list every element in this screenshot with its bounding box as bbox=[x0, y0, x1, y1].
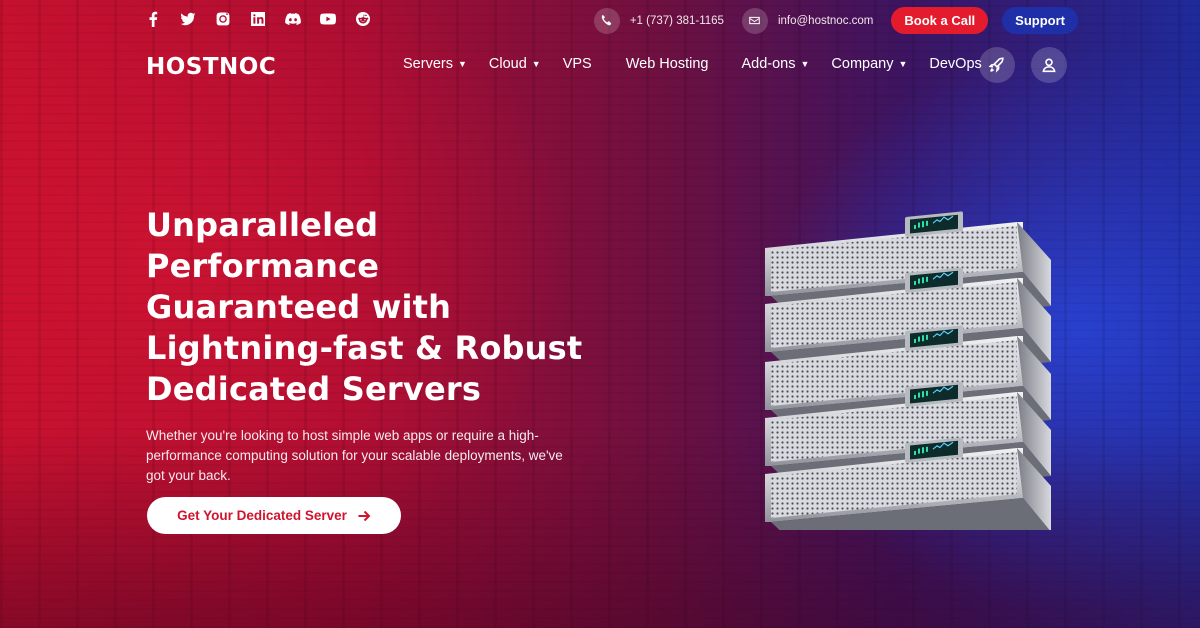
server-rack-illustration bbox=[764, 211, 1052, 530]
nav-label: VPS bbox=[562, 56, 592, 72]
rocket-button[interactable] bbox=[979, 47, 1015, 83]
hostnoc-logo[interactable]: HOSTNOC bbox=[146, 54, 276, 80]
instagram-icon[interactable] bbox=[214, 10, 231, 27]
arrow-right-icon bbox=[358, 510, 371, 521]
rocket-icon bbox=[988, 57, 1004, 73]
headline-line: Lightning-fast & Robust bbox=[146, 329, 583, 367]
discord-icon[interactable] bbox=[284, 10, 301, 27]
nav-item-cloud[interactable]: Cloud ▼ bbox=[489, 56, 541, 72]
nav-label: Cloud bbox=[488, 56, 527, 72]
nav-item-servers[interactable]: Servers ▼ bbox=[403, 56, 467, 72]
cta-label: Get Your Dedicated Server bbox=[177, 508, 347, 523]
linkedin-icon[interactable] bbox=[249, 10, 266, 27]
reddit-icon[interactable] bbox=[354, 10, 371, 27]
nav-item-web-hosting[interactable]: Web Hosting bbox=[626, 56, 709, 72]
nav-label: Web Hosting bbox=[625, 56, 709, 72]
hero-subtext: Whether you're looking to host simple we… bbox=[146, 428, 563, 483]
account-button[interactable] bbox=[1031, 47, 1067, 83]
facebook-icon[interactable] bbox=[144, 10, 161, 27]
nav-label: Servers bbox=[403, 56, 453, 72]
support-button[interactable]: Support bbox=[1002, 7, 1078, 34]
chevron-down-icon: ▼ bbox=[898, 59, 908, 69]
nav-label: Add-ons bbox=[741, 56, 796, 72]
nav-item-devops[interactable]: DevOps bbox=[929, 56, 981, 72]
book-call-button[interactable]: Book a Call bbox=[891, 7, 989, 34]
email-address[interactable]: info@hostnoc.com bbox=[778, 15, 873, 27]
nav-item-company[interactable]: Company ▼ bbox=[831, 56, 907, 72]
headline-line: Performance bbox=[146, 247, 380, 285]
top-bar: +1 (737) 381-1165 info@hostnoc.com Book … bbox=[0, 0, 1200, 38]
contact-bar: +1 (737) 381-1165 info@hostnoc.com Book … bbox=[593, 7, 1078, 34]
get-dedicated-server-button[interactable]: Get Your Dedicated Server bbox=[147, 497, 401, 534]
email-icon[interactable] bbox=[741, 7, 768, 34]
youtube-icon[interactable] bbox=[319, 10, 336, 27]
nav-label: DevOps bbox=[929, 56, 982, 72]
headline-line: Guaranteed with bbox=[146, 288, 452, 326]
phone-icon[interactable] bbox=[593, 7, 620, 34]
phone-number[interactable]: +1 (737) 381-1165 bbox=[630, 15, 724, 27]
nav-item-vps[interactable]: VPS bbox=[563, 56, 592, 72]
user-icon bbox=[1042, 58, 1056, 73]
chevron-down-icon: ▼ bbox=[531, 59, 541, 69]
nav-item-add-ons[interactable]: Add-ons ▼ bbox=[741, 56, 809, 72]
twitter-icon[interactable] bbox=[179, 10, 196, 27]
headline-line: Dedicated Servers bbox=[146, 370, 482, 408]
chevron-down-icon: ▼ bbox=[457, 59, 467, 69]
chevron-down-icon: ▼ bbox=[800, 59, 810, 69]
nav-label: Company bbox=[831, 56, 894, 72]
headline-line: Unparalleled bbox=[146, 206, 379, 244]
hero-headline: Unparalleled Performance Guaranteed with… bbox=[146, 205, 606, 410]
social-links bbox=[144, 10, 371, 27]
main-nav: Servers ▼ Cloud ▼ VPS Web Hosting Add-on… bbox=[403, 56, 1004, 72]
